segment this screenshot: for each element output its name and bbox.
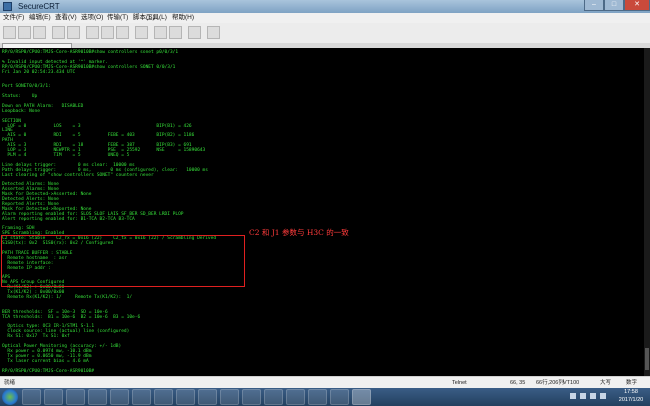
status-caps: 大写 <box>600 380 612 386</box>
tray-network-icon[interactable] <box>590 393 596 399</box>
paste-icon[interactable] <box>101 26 114 39</box>
menu-options[interactable]: 选项(O) <box>81 13 103 23</box>
taskbar-clock[interactable]: 17:58 2017/1/20 <box>612 388 650 406</box>
terminal-line: Fri Jan 20 02:54:23.434 UTC <box>2 69 76 75</box>
start-button[interactable] <box>2 389 18 405</box>
status-cursor: 66, 35 <box>510 380 526 386</box>
excel-alt-icon[interactable] <box>132 389 151 405</box>
status-size: 66行,206列 <box>536 380 564 386</box>
terminal-line: RP/0/RSP0/CPU0:TMJS-Core-ASR9010B# <box>2 368 95 374</box>
terminal-line: Last clearing of "show controllers SONET… <box>2 172 154 178</box>
terminal-line: LOF = 0 LOS = 3 BIP(B1) = 426 <box>2 123 192 129</box>
close-button[interactable]: ✕ <box>624 0 650 11</box>
status-num: 数字 <box>626 380 638 386</box>
keymap-icon[interactable] <box>169 26 182 39</box>
quick-connect-icon[interactable] <box>18 26 31 39</box>
terminal-line: Alert reporting enabled for: B1-TCA B2-T… <box>2 216 135 222</box>
terminal-line: Port SONET0/0/3/1: <box>2 84 51 90</box>
status-protocol: Telnet <box>452 380 467 386</box>
status-ready: 就绪 <box>4 380 16 386</box>
terminal-scrollbar[interactable] <box>644 48 650 376</box>
terminal-line: TCA thresholds: B1 = 10e-6 B2 = 10e-6 B3… <box>2 314 141 320</box>
disconnect-icon[interactable] <box>67 26 80 39</box>
connect-tab-icon[interactable] <box>33 26 46 39</box>
highlight-box <box>1 235 245 287</box>
menu-file[interactable]: 文件(F) <box>3 13 24 23</box>
wechat-icon[interactable] <box>220 389 239 405</box>
terminal-line: Status: Up <box>2 94 38 100</box>
tray-volume-icon[interactable] <box>600 393 606 399</box>
tray-arrow-icon[interactable] <box>570 393 576 399</box>
excel-icon[interactable] <box>110 389 129 405</box>
photoshop-icon[interactable] <box>286 389 305 405</box>
title-bar: SecureCRT – □ ✕ <box>0 0 650 13</box>
clock-time: 17:58 <box>624 389 638 395</box>
outlook-icon[interactable] <box>242 389 261 405</box>
terminal-line: AIS = 0 RDI = 5 FEBE = 403 BIP(B2) = 118… <box>2 133 195 139</box>
reconnect-icon[interactable] <box>52 26 65 39</box>
chrome-icon[interactable] <box>176 389 195 405</box>
system-tray <box>568 391 612 403</box>
tray-flag-icon[interactable] <box>580 393 586 399</box>
annotation-text: C2 和 J1 参数与 H3C 的一致 <box>249 228 349 237</box>
window-title: SecureCRT <box>18 2 60 11</box>
menu-tools[interactable]: 工具(L) <box>146 13 167 23</box>
find-icon[interactable] <box>116 26 129 39</box>
chat-icon[interactable] <box>330 389 349 405</box>
print-icon[interactable] <box>135 26 148 39</box>
folder-icon[interactable] <box>66 389 85 405</box>
taskbar: 17:58 2017/1/20 <box>0 388 650 406</box>
terminal-line: Loopback: None <box>2 108 40 114</box>
clock-date: 2017/1/20 <box>618 397 644 403</box>
copy-icon[interactable] <box>86 26 99 39</box>
terminal-line: PLM = 4 TIM = 5 UNEQ = 5 <box>2 152 130 158</box>
explorer-icon[interactable] <box>22 389 41 405</box>
terminal-line: Remote Rx(K1/K2): 1/ Remote Tx(K1/K2): 1… <box>2 295 133 300</box>
securecrt-app-icon <box>3 2 12 11</box>
status-terminal: VT100 <box>563 380 580 386</box>
terminal-line: Tx laser current bias = 4.6 mA <box>2 358 89 364</box>
terminal-line: Rx S1: 0x17 Tx S1: 0xf <box>2 334 70 340</box>
scrollbar-thumb[interactable] <box>645 348 649 370</box>
qq-icon[interactable] <box>198 389 217 405</box>
securecrt-taskbar-icon[interactable] <box>352 389 371 405</box>
maximize-button[interactable]: □ <box>604 0 624 11</box>
menu-transfer[interactable]: 传输(T) <box>107 13 128 23</box>
photos-icon[interactable] <box>264 389 283 405</box>
terminal-line: RP/0/RSP0/CPU0:TMJS-Core-ASR9010B#show c… <box>2 50 179 55</box>
settings-icon[interactable] <box>154 26 167 39</box>
minimize-button[interactable]: – <box>584 0 604 11</box>
menu-edit[interactable]: 编辑(E) <box>29 13 51 23</box>
connect-icon[interactable] <box>3 26 16 39</box>
menu-help[interactable]: 帮助(H) <box>172 13 194 23</box>
terminal-area[interactable]: RP/0/RSP0/CPU0:TMJS-Core-ASR9010B#show c… <box>0 48 650 376</box>
network-tool-icon[interactable] <box>154 389 173 405</box>
menu-view[interactable]: 查看(V) <box>55 13 77 23</box>
media-player-icon[interactable] <box>44 389 63 405</box>
word-icon[interactable] <box>88 389 107 405</box>
sftp-icon[interactable] <box>188 26 201 39</box>
toolbar <box>0 23 650 44</box>
paint-icon[interactable] <box>308 389 327 405</box>
help-icon[interactable] <box>207 26 220 39</box>
